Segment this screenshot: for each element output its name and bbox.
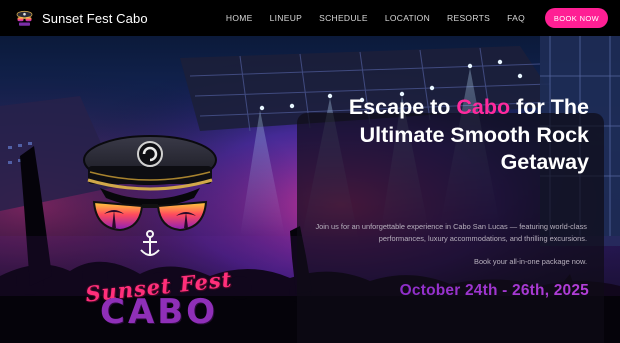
nav-lineup[interactable]: LINEUP [270,13,303,23]
hero-cta-text: Book your all-in-one package now. [474,257,587,266]
nav-location[interactable]: LOCATION [385,13,430,23]
sunset-fest-logo-icon[interactable] [16,10,33,27]
nav-schedule[interactable]: SCHEDULE [319,13,368,23]
nav-resorts[interactable]: RESORTS [447,13,490,23]
site-header: Sunset Fest Cabo HOME LINEUP SCHEDULE LO… [0,0,620,36]
book-now-button[interactable]: BOOK NOW [545,8,608,28]
nav-home[interactable]: HOME [226,13,253,23]
brand-name[interactable]: Sunset Fest Cabo [42,11,148,26]
headline-text-pre: Escape to [348,95,457,119]
hero-headline: Escape to Cabo for The Ultimate Smooth R… [299,94,589,177]
headline-accent-cabo: Cabo [456,95,511,119]
main-nav: HOME LINEUP SCHEDULE LOCATION RESORTS FA… [226,8,608,28]
badge-block-text: CABO [100,292,219,332]
nav-faq[interactable]: FAQ [507,13,525,23]
event-dates: October 24th - 26th, 2025 [399,282,589,299]
hero-description: Join us for an unforgettable experience … [315,222,587,244]
